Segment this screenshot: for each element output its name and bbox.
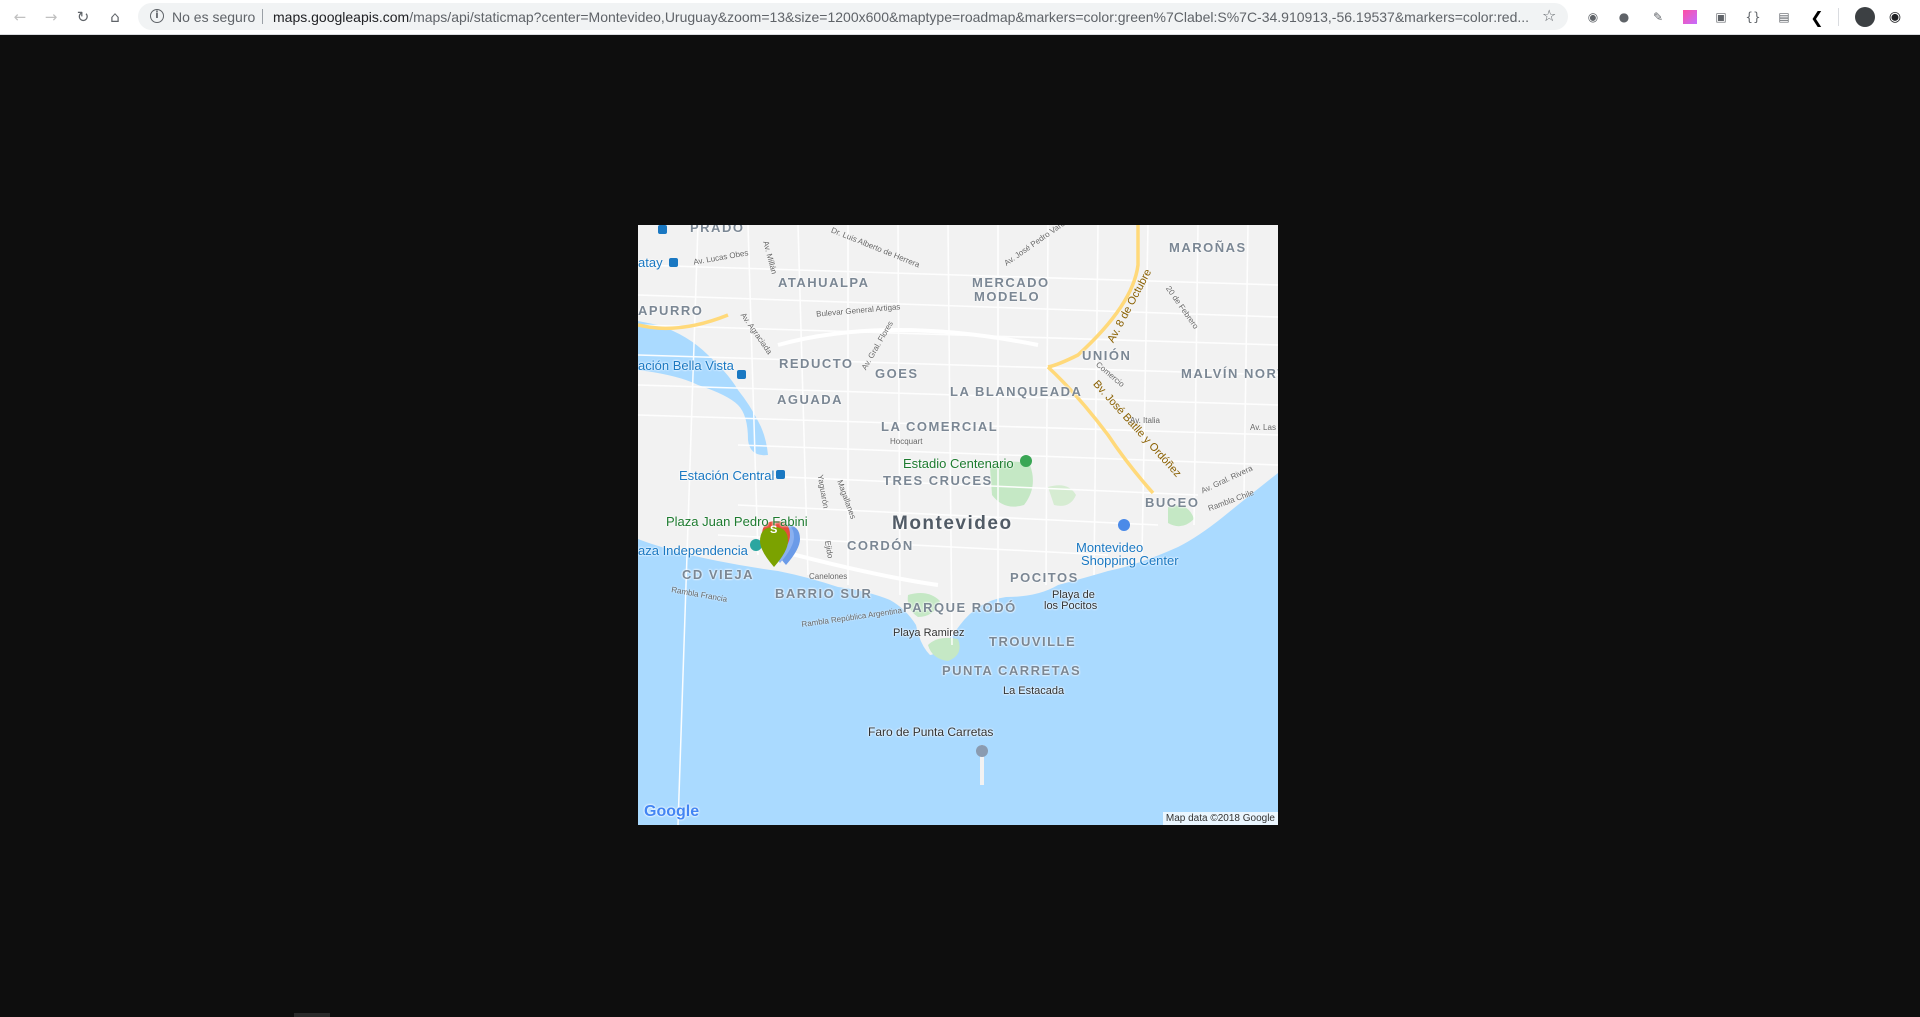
poi-bella-vista: ación Bella Vista [638, 358, 734, 373]
static-map-image: PRADO ATAHUALPA MERCADO MODELO MAROÑAS A… [638, 225, 1278, 825]
address-separator [262, 9, 263, 24]
stadium-icon [1020, 455, 1032, 467]
poi-la-estacada: La Estacada [1003, 685, 1065, 697]
label-parque-rodo: PARQUE RODÓ [903, 600, 1017, 615]
land-area [638, 225, 1278, 655]
label-trouville: TROUVILLE [989, 634, 1077, 649]
label-mercado-modelo-2: MODELO [974, 289, 1041, 304]
url-path: /maps/api/staticmap?center=Montevideo,Ur… [409, 9, 1530, 25]
transit-icon-bella-vista [737, 370, 746, 379]
label-punta-carretas: PUNTA CARRETAS [942, 663, 1082, 678]
poi-atay: atay [638, 255, 663, 270]
url-text[interactable]: maps.googleapis.com/maps/api/staticmap?c… [273, 9, 1663, 25]
transit-icon-atay [669, 258, 678, 267]
poi-estacion-central: Estación Central [679, 468, 775, 483]
extension-pdf-icon[interactable]: ▤ [1775, 8, 1793, 26]
poi-estadio-centenario: Estadio Centenario [903, 456, 1014, 471]
label-aguada: AGUADA [777, 392, 844, 407]
label-la-blanqueada: LA BLANQUEADA [950, 384, 1083, 399]
label-capurro: APURRO [638, 303, 704, 318]
poi-plaza-independencia: aza Independencia [638, 543, 748, 558]
reload-icon[interactable]: ↻ [73, 7, 93, 27]
label-barrio-sur: BARRIO SUR [775, 586, 873, 601]
extension-chevron-icon[interactable]: ❮ [1808, 8, 1826, 27]
label-ciudad-vieja: CD VIEJA [682, 567, 754, 582]
address-bar[interactable]: i No es seguro maps.googleapis.com/maps/… [138, 3, 1568, 30]
menu-icon[interactable]: ◉ [1886, 8, 1904, 26]
label-tres-cruces: TRES CRUCES [883, 473, 993, 488]
label-atahualpa: ATAHUALPA [778, 275, 870, 290]
label-goes: GOES [875, 366, 919, 381]
label-pocitos: POCITOS [1010, 570, 1079, 585]
lighthouse-icon [976, 745, 988, 757]
info-icon[interactable]: i [150, 9, 164, 23]
poi-playa-ramirez: Playa Ramirez [893, 627, 965, 639]
back-arrow-icon[interactable]: ← [10, 7, 30, 27]
poi-shopping-2: Shopping Center [1081, 553, 1179, 568]
poi-faro: Faro de Punta Carretas [868, 725, 994, 739]
label-cordon: CORDÓN [847, 538, 914, 553]
label-reducto: REDUCTO [779, 356, 854, 371]
label-union: UNIÓN [1082, 348, 1132, 363]
label-la-comercial: LA COMERCIAL [881, 419, 999, 434]
extension-eyedropper-icon[interactable]: ✎ [1649, 8, 1667, 26]
transit-icon-top [658, 225, 667, 234]
bottom-edge-mark [294, 1013, 330, 1017]
label-maronas: MAROÑAS [1169, 240, 1247, 255]
label-city: Montevideo [892, 513, 1013, 534]
map-attribution: Map data ©2018 Google [1162, 812, 1278, 825]
security-label[interactable]: No es seguro [172, 9, 255, 25]
browser-toolbar: ← → ↻ ⌂ i No es seguro maps.googleapis.c… [0, 0, 1920, 35]
url-host: maps.googleapis.com [273, 9, 410, 25]
label-prado: PRADO [690, 225, 745, 235]
google-logo: Google [644, 803, 700, 820]
street-hocquart: Hocquart [890, 437, 923, 446]
extension-globe-icon[interactable]: ◉ [1584, 8, 1602, 26]
label-mercado-modelo-1: MERCADO [972, 275, 1050, 290]
street-av-las: Av. Las [1250, 423, 1276, 432]
shopping-icon [1118, 519, 1130, 531]
profile-avatar[interactable] [1855, 7, 1875, 27]
marker-s-label: S [770, 524, 778, 536]
label-malvin-norte: MALVÍN NORT [1181, 366, 1278, 381]
forward-arrow-icon[interactable]: → [41, 7, 61, 27]
label-buceo: BUCEO [1145, 495, 1200, 510]
toolbar-separator [1838, 8, 1839, 26]
extension-palette-icon[interactable] [1681, 8, 1699, 26]
street-canelones: Canelones [809, 572, 848, 581]
street-italia: Av. Italia [1130, 416, 1160, 425]
home-icon[interactable]: ⌂ [105, 7, 125, 27]
poi-plaza-fabini: Plaza Juan Pedro Fabini [666, 514, 808, 529]
extension-circle-icon[interactable]: ● [1615, 8, 1633, 26]
bookmark-star-icon[interactable]: ☆ [1542, 6, 1556, 25]
poi-playa-pocitos-2: los Pocitos [1044, 600, 1098, 612]
transit-icon-central [776, 470, 785, 479]
extension-json-icon[interactable]: {} [1744, 8, 1762, 26]
extension-camera-icon[interactable]: ▣ [1712, 8, 1730, 26]
